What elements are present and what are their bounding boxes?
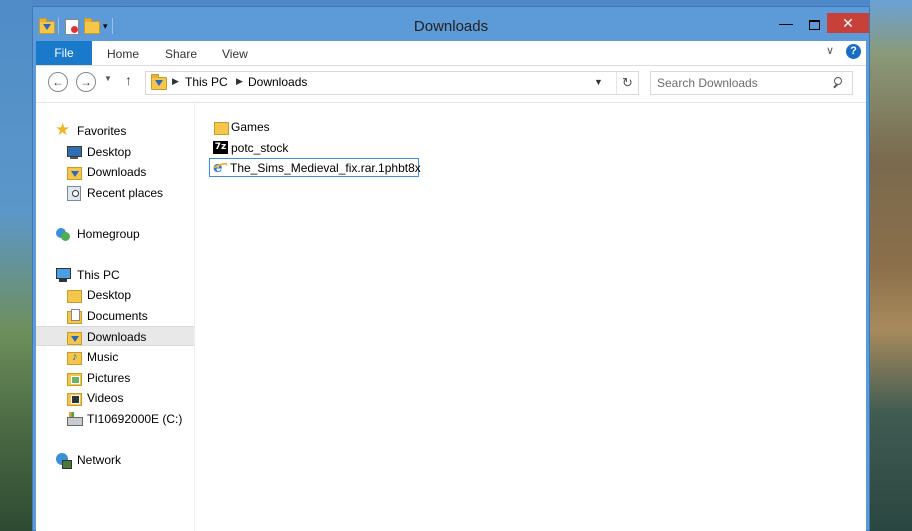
- sidebar-item-pc-downloads[interactable]: Downloads: [36, 326, 194, 346]
- search-icon[interactable]: [831, 75, 847, 91]
- sidebar-item-music[interactable]: Music: [36, 347, 194, 367]
- breadcrumb-this-pc[interactable]: This PC: [185, 75, 228, 89]
- sidebar-item-label: Homegroup: [77, 227, 140, 241]
- sidebar-item-recent-places[interactable]: Recent places: [36, 183, 194, 203]
- up-button[interactable]: ↑: [125, 72, 132, 88]
- maximize-button[interactable]: [801, 16, 827, 34]
- sidebar-item-documents[interactable]: Documents: [36, 306, 194, 326]
- file-list[interactable]: Games potc_stock The_Sims_Medieval_fix.r…: [195, 103, 866, 531]
- tab-share[interactable]: Share: [165, 41, 197, 65]
- desktop-icon: [66, 144, 82, 160]
- downloads-folder-icon: [66, 164, 82, 180]
- downloads-folder-icon: [66, 329, 82, 345]
- sidebar-item-label: Recent places: [87, 186, 164, 200]
- refresh-icon[interactable]: ↻: [616, 72, 638, 94]
- documents-folder-icon: [66, 308, 82, 324]
- sidebar-item-label: Documents: [87, 309, 148, 323]
- sidebar-item-drive-c[interactable]: TI10692000E (C:): [36, 409, 194, 429]
- pictures-folder-icon: [66, 370, 82, 386]
- maximize-icon: [809, 20, 820, 30]
- address-dropdown-icon[interactable]: ▼: [594, 77, 603, 87]
- sidebar-item-favorites-desktop[interactable]: Desktop: [36, 142, 194, 162]
- file-name: Games: [231, 120, 270, 134]
- title-bar[interactable]: ▾ Downloads — ✕: [33, 7, 869, 40]
- window-title: Downloads: [413, 18, 489, 35]
- sidebar-item-label: Downloads: [87, 165, 147, 179]
- sidebar-item-label: Network: [77, 453, 122, 467]
- file-name: potc_stock: [231, 141, 289, 155]
- sidebar-item-homegroup[interactable]: Homegroup: [36, 224, 194, 244]
- desktop-wallpaper-left: [0, 0, 32, 531]
- music-folder-icon: [66, 349, 82, 365]
- ribbon: File Home Share View ∨ ?: [36, 41, 866, 66]
- sidebar-item-label: Videos: [87, 391, 124, 405]
- address-bar[interactable]: ▶ This PC ▶ Downloads ▼ ↻: [145, 71, 639, 95]
- sidebar-item-favorites[interactable]: Favorites: [36, 120, 194, 141]
- network-icon: [55, 452, 72, 469]
- list-item-renaming[interactable]: The_Sims_Medieval_fix.rar.1phbt8x: [209, 158, 421, 177]
- forward-button[interactable]: →: [76, 72, 96, 92]
- chevron-down-icon[interactable]: ∨: [826, 44, 834, 57]
- minimize-button[interactable]: —: [773, 16, 799, 34]
- videos-folder-icon: [66, 390, 82, 406]
- folder-icon: [213, 119, 229, 135]
- search-box[interactable]: [650, 71, 853, 95]
- ie-file-icon: [212, 158, 228, 176]
- recent-places-icon: [66, 185, 82, 201]
- explorer-window: ▾ Downloads — ✕ File Home Share View ∨ ?…: [32, 6, 870, 531]
- downloads-folder-icon: [150, 74, 167, 90]
- sidebar-item-label: TI10692000E (C:): [87, 412, 183, 426]
- 7z-archive-icon: [213, 140, 229, 156]
- close-button[interactable]: ✕: [827, 13, 869, 33]
- homegroup-icon: [55, 226, 71, 242]
- desktop-folder-icon: [66, 287, 82, 303]
- main-content: Favorites Desktop Downloads Recent place…: [36, 103, 866, 531]
- sidebar-item-label: This PC: [77, 268, 120, 282]
- sidebar-item-label: Pictures: [87, 371, 131, 385]
- sidebar-item-label: Desktop: [87, 145, 132, 159]
- breadcrumb-downloads[interactable]: Downloads: [248, 75, 307, 89]
- navigation-bar: ← → ▼ ↑ ▶ This PC ▶ Downloads ▼ ↻: [36, 66, 866, 103]
- navigation-pane[interactable]: Favorites Desktop Downloads Recent place…: [36, 103, 195, 531]
- sidebar-item-label: Music: [87, 350, 119, 364]
- tab-view[interactable]: View: [222, 41, 248, 65]
- sidebar-item-label: Downloads: [87, 330, 147, 344]
- rename-field[interactable]: The_Sims_Medieval_fix.rar.1phbt8x: [230, 161, 421, 175]
- tab-home[interactable]: Home: [107, 41, 139, 65]
- sidebar-item-network[interactable]: Network: [36, 450, 194, 470]
- help-icon[interactable]: ?: [846, 44, 861, 59]
- back-button[interactable]: ←: [48, 72, 68, 92]
- tab-file[interactable]: File: [36, 41, 92, 65]
- sidebar-item-pictures[interactable]: Pictures: [36, 368, 194, 388]
- sidebar-item-pc-desktop[interactable]: Desktop: [36, 285, 194, 305]
- drive-icon: [66, 411, 83, 427]
- sidebar-item-videos[interactable]: Videos: [36, 388, 194, 408]
- breadcrumb-separator-icon[interactable]: ▶: [172, 76, 179, 87]
- sidebar-item-label: Favorites: [77, 124, 127, 138]
- star-icon: [55, 120, 71, 140]
- search-input[interactable]: [657, 75, 827, 91]
- sidebar-item-this-pc[interactable]: This PC: [36, 265, 194, 285]
- computer-icon: [55, 267, 71, 283]
- breadcrumb-separator-icon[interactable]: ▶: [236, 76, 243, 87]
- sidebar-item-label: Desktop: [87, 288, 132, 302]
- desktop-wallpaper-right: [870, 0, 912, 531]
- sidebar-item-favorites-downloads[interactable]: Downloads: [36, 162, 194, 182]
- recent-locations-dropdown[interactable]: ▼: [104, 74, 112, 83]
